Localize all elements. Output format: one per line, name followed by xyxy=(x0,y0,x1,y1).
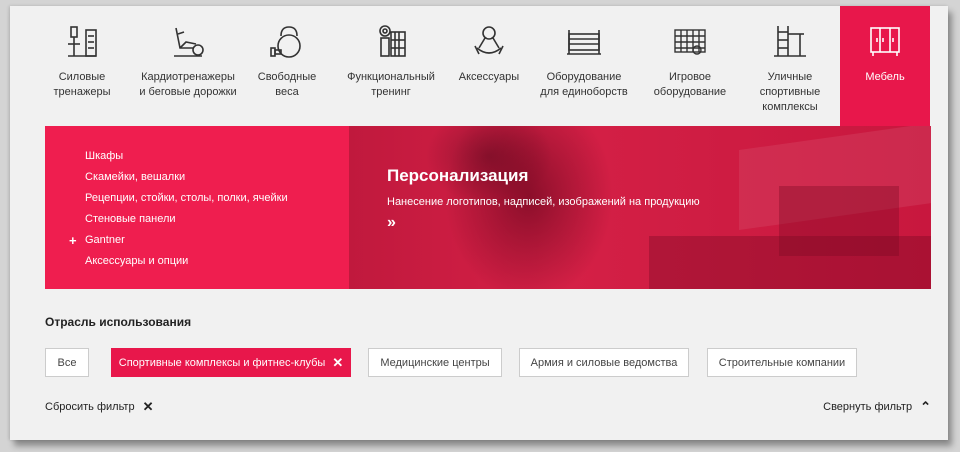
promo-background-shape xyxy=(779,186,899,256)
category-strength[interactable]: Силовые тренажеры xyxy=(30,6,134,126)
filter-chip-army[interactable]: Армия и силовые ведомства xyxy=(519,348,689,377)
filter-chip-sport-complexes[interactable]: Спортивные комплексы и фитнес-клубы ✕ xyxy=(111,348,351,377)
submenu-item-label: Скамейки, вешалки xyxy=(85,171,186,183)
submenu-item-gantner[interactable]: + Gantner xyxy=(69,230,349,251)
submenu-item-label: Стеновые панели xyxy=(85,213,176,225)
boxing-ring-icon xyxy=(567,30,601,55)
reset-filter-label: Сбросить фильтр xyxy=(45,401,135,413)
category-functional[interactable]: Функциональный тренинг xyxy=(332,6,450,126)
chip-label: Строительные компании xyxy=(718,356,846,369)
category-label: Уличные спортивные комплексы xyxy=(759,71,821,113)
wardrobe-icon xyxy=(870,27,900,56)
category-label: Свободные веса xyxy=(257,71,317,98)
page-frame: Силовые тренажеры Кардиотренажеры и бего… xyxy=(10,6,948,440)
category-game[interactable]: Игровое оборудование xyxy=(640,6,740,126)
outdoor-bars-icon xyxy=(774,26,806,57)
category-accessories[interactable]: Аксессуары xyxy=(450,6,528,126)
goal-net-icon xyxy=(674,29,706,55)
category-label: Аксессуары xyxy=(458,71,520,83)
filter-chip-construction[interactable]: Строительные компании xyxy=(707,348,857,377)
category-label: Оборудование для единоборств xyxy=(540,71,628,98)
category-cardio[interactable]: Кардиотренажеры и беговые дорожки xyxy=(134,6,242,126)
chip-label: Спортивные комплексы и фитнес-клубы xyxy=(118,356,326,369)
filter-title: Отрасль использования xyxy=(45,315,192,329)
submenu: Шкафы Скамейки, вешалки Рецепции, стойки… xyxy=(45,126,349,289)
functional-rack-icon xyxy=(379,25,406,57)
jump-rope-icon xyxy=(474,26,504,55)
category-label: Кардиотренажеры и беговые дорожки xyxy=(139,71,237,98)
promo-title: Персонализация xyxy=(387,166,529,185)
weight-machine-icon xyxy=(68,26,97,57)
reset-filter-button[interactable]: Сбросить фильтр ✕ xyxy=(45,399,154,415)
category-outdoor[interactable]: Уличные спортивные комплексы xyxy=(740,6,840,126)
submenu-item-benches[interactable]: Скамейки, вешалки xyxy=(85,167,349,188)
filter-chip-medical[interactable]: Медицинские центры xyxy=(368,348,502,377)
filter-chip-all[interactable]: Все xyxy=(45,348,89,377)
close-icon[interactable]: ✕ xyxy=(332,355,343,371)
category-label: Мебель xyxy=(865,71,905,83)
exercise-bike-icon xyxy=(174,27,204,57)
chip-label: Медицинские центры xyxy=(380,356,490,369)
plus-icon[interactable]: + xyxy=(69,230,77,251)
promo-subtitle: Нанесение логотипов, надписей, изображен… xyxy=(387,196,700,208)
submenu-item-label: Рецепции, стойки, столы, полки, ячейки xyxy=(85,192,288,204)
submenu-item-label: Gantner xyxy=(85,234,125,246)
submenu-item-accessories[interactable]: Аксессуары и опции xyxy=(85,251,349,272)
category-label: Игровое оборудование xyxy=(653,71,727,98)
close-icon: ✕ xyxy=(142,399,154,414)
kettlebell-icon xyxy=(270,26,301,58)
category-label: Функциональный тренинг xyxy=(347,71,435,98)
hero-section: Шкафы Скамейки, вешалки Рецепции, стойки… xyxy=(45,126,931,289)
chip-label: Все xyxy=(57,356,77,369)
submenu-item-label: Аксессуары и опции xyxy=(85,255,189,267)
double-chevron-right-icon[interactable]: » xyxy=(387,214,396,232)
collapse-filter-button[interactable]: Свернуть фильтр ⌃ xyxy=(823,399,931,415)
category-martial-arts[interactable]: Оборудование для единоборств xyxy=(528,6,640,126)
submenu-item-label: Шкафы xyxy=(85,150,124,162)
submenu-item-wall-panels[interactable]: Стеновые панели xyxy=(85,209,349,230)
category-nav: Силовые тренажеры Кардиотренажеры и бего… xyxy=(10,6,948,126)
submenu-item-cabinets[interactable]: Шкафы xyxy=(85,146,349,167)
promo-banner[interactable]: Персонализация Нанесение логотипов, надп… xyxy=(349,126,931,289)
category-label: Силовые тренажеры xyxy=(53,71,111,98)
double-chevron-up-icon: ⌃ xyxy=(920,399,931,414)
chip-label: Армия и силовые ведомства xyxy=(530,356,678,369)
submenu-item-receptions[interactable]: Рецепции, стойки, столы, полки, ячейки xyxy=(85,188,349,209)
category-free-weights[interactable]: Свободные веса xyxy=(242,6,332,126)
collapse-filter-label: Свернуть фильтр xyxy=(823,401,913,413)
category-furniture[interactable]: Мебель xyxy=(840,6,930,126)
